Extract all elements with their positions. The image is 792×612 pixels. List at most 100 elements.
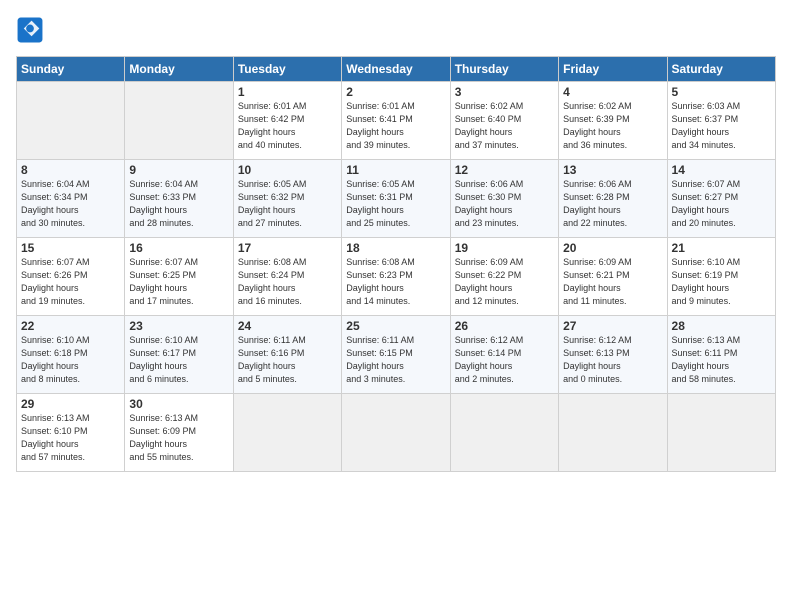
- col-header-saturday: Saturday: [667, 57, 775, 82]
- day-info: Sunrise: 6:10 AMSunset: 6:17 PMDaylight …: [129, 334, 228, 386]
- day-info: Sunrise: 6:04 AMSunset: 6:33 PMDaylight …: [129, 178, 228, 230]
- day-number: 20: [563, 241, 662, 255]
- day-number: 16: [129, 241, 228, 255]
- col-header-wednesday: Wednesday: [342, 57, 450, 82]
- day-info: Sunrise: 6:12 AMSunset: 6:14 PMDaylight …: [455, 334, 554, 386]
- day-info: Sunrise: 6:02 AMSunset: 6:40 PMDaylight …: [455, 100, 554, 152]
- calendar-cell: 29Sunrise: 6:13 AMSunset: 6:10 PMDayligh…: [17, 394, 125, 472]
- week-row-4: 22Sunrise: 6:10 AMSunset: 6:18 PMDayligh…: [17, 316, 776, 394]
- calendar-cell: [559, 394, 667, 472]
- day-number: 30: [129, 397, 228, 411]
- calendar-cell: 13Sunrise: 6:06 AMSunset: 6:28 PMDayligh…: [559, 160, 667, 238]
- day-number: 15: [21, 241, 120, 255]
- day-number: 26: [455, 319, 554, 333]
- calendar-cell: 28Sunrise: 6:13 AMSunset: 6:11 PMDayligh…: [667, 316, 775, 394]
- day-number: 25: [346, 319, 445, 333]
- day-info: Sunrise: 6:13 AMSunset: 6:11 PMDaylight …: [672, 334, 771, 386]
- calendar-cell: 24Sunrise: 6:11 AMSunset: 6:16 PMDayligh…: [233, 316, 341, 394]
- day-number: 22: [21, 319, 120, 333]
- day-number: 14: [672, 163, 771, 177]
- day-number: 10: [238, 163, 337, 177]
- col-header-monday: Monday: [125, 57, 233, 82]
- day-number: 12: [455, 163, 554, 177]
- day-number: 24: [238, 319, 337, 333]
- day-info: Sunrise: 6:12 AMSunset: 6:13 PMDaylight …: [563, 334, 662, 386]
- calendar-table: SundayMondayTuesdayWednesdayThursdayFrid…: [16, 56, 776, 472]
- calendar-cell: 16Sunrise: 6:07 AMSunset: 6:25 PMDayligh…: [125, 238, 233, 316]
- day-info: Sunrise: 6:09 AMSunset: 6:22 PMDaylight …: [455, 256, 554, 308]
- day-info: Sunrise: 6:13 AMSunset: 6:09 PMDaylight …: [129, 412, 228, 464]
- col-header-sunday: Sunday: [17, 57, 125, 82]
- day-number: 23: [129, 319, 228, 333]
- day-info: Sunrise: 6:01 AMSunset: 6:42 PMDaylight …: [238, 100, 337, 152]
- day-number: 13: [563, 163, 662, 177]
- calendar-cell: [450, 394, 558, 472]
- calendar-cell: [125, 82, 233, 160]
- day-info: Sunrise: 6:04 AMSunset: 6:34 PMDaylight …: [21, 178, 120, 230]
- logo: [16, 16, 48, 44]
- calendar-cell: 2Sunrise: 6:01 AMSunset: 6:41 PMDaylight…: [342, 82, 450, 160]
- day-number: 8: [21, 163, 120, 177]
- day-info: Sunrise: 6:07 AMSunset: 6:26 PMDaylight …: [21, 256, 120, 308]
- calendar-cell: 8Sunrise: 6:04 AMSunset: 6:34 PMDaylight…: [17, 160, 125, 238]
- day-number: 11: [346, 163, 445, 177]
- day-number: 4: [563, 85, 662, 99]
- col-header-friday: Friday: [559, 57, 667, 82]
- calendar-cell: 23Sunrise: 6:10 AMSunset: 6:17 PMDayligh…: [125, 316, 233, 394]
- day-number: 17: [238, 241, 337, 255]
- calendar-cell: 19Sunrise: 6:09 AMSunset: 6:22 PMDayligh…: [450, 238, 558, 316]
- day-info: Sunrise: 6:06 AMSunset: 6:30 PMDaylight …: [455, 178, 554, 230]
- calendar-cell: 17Sunrise: 6:08 AMSunset: 6:24 PMDayligh…: [233, 238, 341, 316]
- calendar-cell: 27Sunrise: 6:12 AMSunset: 6:13 PMDayligh…: [559, 316, 667, 394]
- calendar-cell: [17, 82, 125, 160]
- calendar-cell: 4Sunrise: 6:02 AMSunset: 6:39 PMDaylight…: [559, 82, 667, 160]
- week-row-2: 8Sunrise: 6:04 AMSunset: 6:34 PMDaylight…: [17, 160, 776, 238]
- calendar-cell: 26Sunrise: 6:12 AMSunset: 6:14 PMDayligh…: [450, 316, 558, 394]
- day-info: Sunrise: 6:07 AMSunset: 6:25 PMDaylight …: [129, 256, 228, 308]
- day-number: 1: [238, 85, 337, 99]
- day-info: Sunrise: 6:10 AMSunset: 6:18 PMDaylight …: [21, 334, 120, 386]
- page-container: SundayMondayTuesdayWednesdayThursdayFrid…: [0, 0, 792, 480]
- week-row-1: 1Sunrise: 6:01 AMSunset: 6:42 PMDaylight…: [17, 82, 776, 160]
- calendar-cell: 12Sunrise: 6:06 AMSunset: 6:30 PMDayligh…: [450, 160, 558, 238]
- calendar-cell: [342, 394, 450, 472]
- logo-icon: [16, 16, 44, 44]
- calendar-cell: 3Sunrise: 6:02 AMSunset: 6:40 PMDaylight…: [450, 82, 558, 160]
- day-number: 5: [672, 85, 771, 99]
- calendar-cell: 21Sunrise: 6:10 AMSunset: 6:19 PMDayligh…: [667, 238, 775, 316]
- day-info: Sunrise: 6:13 AMSunset: 6:10 PMDaylight …: [21, 412, 120, 464]
- day-number: 19: [455, 241, 554, 255]
- day-info: Sunrise: 6:02 AMSunset: 6:39 PMDaylight …: [563, 100, 662, 152]
- calendar-cell: 1Sunrise: 6:01 AMSunset: 6:42 PMDaylight…: [233, 82, 341, 160]
- day-number: 29: [21, 397, 120, 411]
- day-info: Sunrise: 6:05 AMSunset: 6:31 PMDaylight …: [346, 178, 445, 230]
- col-header-tuesday: Tuesday: [233, 57, 341, 82]
- day-number: 2: [346, 85, 445, 99]
- calendar-cell: 25Sunrise: 6:11 AMSunset: 6:15 PMDayligh…: [342, 316, 450, 394]
- day-info: Sunrise: 6:06 AMSunset: 6:28 PMDaylight …: [563, 178, 662, 230]
- day-info: Sunrise: 6:09 AMSunset: 6:21 PMDaylight …: [563, 256, 662, 308]
- day-info: Sunrise: 6:07 AMSunset: 6:27 PMDaylight …: [672, 178, 771, 230]
- day-number: 21: [672, 241, 771, 255]
- calendar-cell: 11Sunrise: 6:05 AMSunset: 6:31 PMDayligh…: [342, 160, 450, 238]
- day-number: 28: [672, 319, 771, 333]
- day-number: 9: [129, 163, 228, 177]
- calendar-cell: 22Sunrise: 6:10 AMSunset: 6:18 PMDayligh…: [17, 316, 125, 394]
- calendar-cell: [667, 394, 775, 472]
- col-header-thursday: Thursday: [450, 57, 558, 82]
- calendar-cell: 18Sunrise: 6:08 AMSunset: 6:23 PMDayligh…: [342, 238, 450, 316]
- calendar-cell: 10Sunrise: 6:05 AMSunset: 6:32 PMDayligh…: [233, 160, 341, 238]
- day-info: Sunrise: 6:05 AMSunset: 6:32 PMDaylight …: [238, 178, 337, 230]
- day-info: Sunrise: 6:03 AMSunset: 6:37 PMDaylight …: [672, 100, 771, 152]
- calendar-cell: 20Sunrise: 6:09 AMSunset: 6:21 PMDayligh…: [559, 238, 667, 316]
- calendar-cell: 9Sunrise: 6:04 AMSunset: 6:33 PMDaylight…: [125, 160, 233, 238]
- day-info: Sunrise: 6:10 AMSunset: 6:19 PMDaylight …: [672, 256, 771, 308]
- day-number: 27: [563, 319, 662, 333]
- calendar-cell: 15Sunrise: 6:07 AMSunset: 6:26 PMDayligh…: [17, 238, 125, 316]
- day-info: Sunrise: 6:01 AMSunset: 6:41 PMDaylight …: [346, 100, 445, 152]
- day-number: 3: [455, 85, 554, 99]
- week-row-3: 15Sunrise: 6:07 AMSunset: 6:26 PMDayligh…: [17, 238, 776, 316]
- day-info: Sunrise: 6:11 AMSunset: 6:15 PMDaylight …: [346, 334, 445, 386]
- calendar-cell: 5Sunrise: 6:03 AMSunset: 6:37 PMDaylight…: [667, 82, 775, 160]
- day-info: Sunrise: 6:08 AMSunset: 6:23 PMDaylight …: [346, 256, 445, 308]
